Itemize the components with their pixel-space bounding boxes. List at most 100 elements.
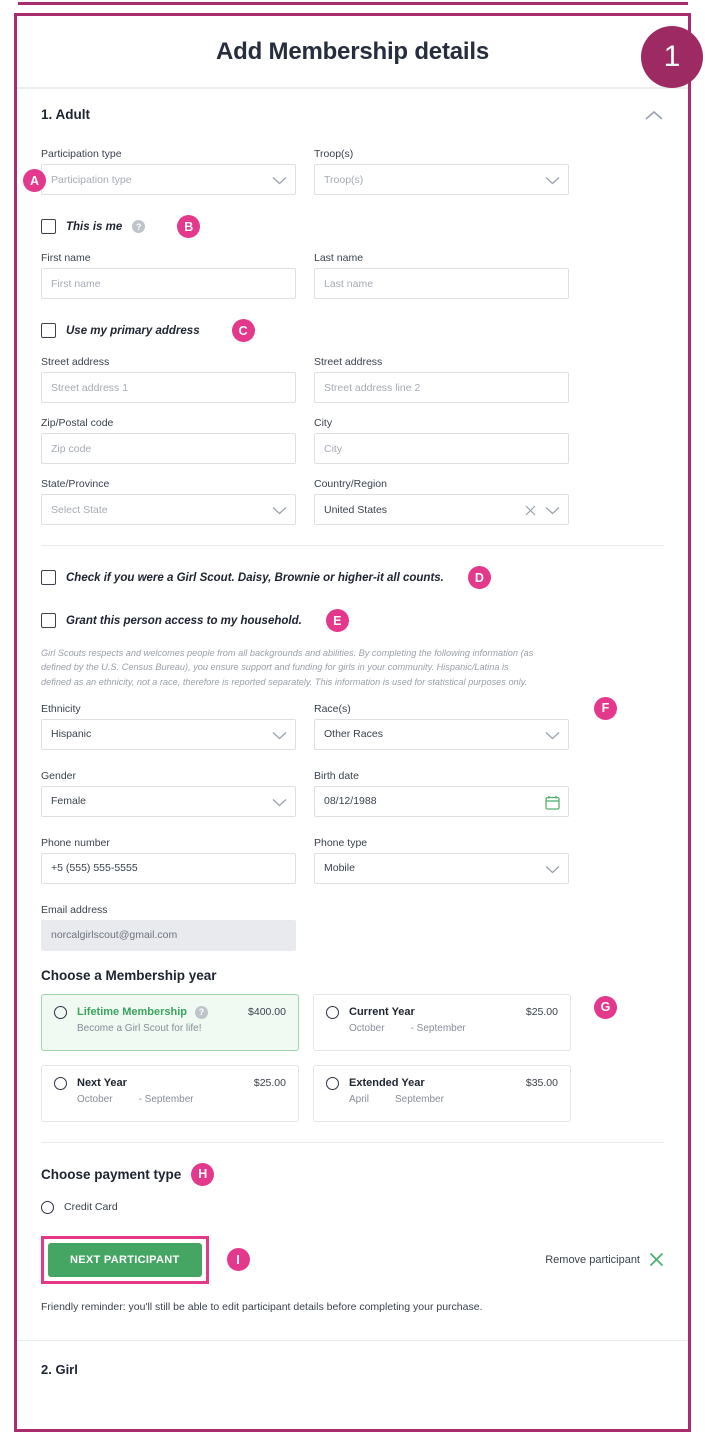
last-name-input[interactable]: Last name	[314, 268, 569, 299]
membership-option-end: September	[395, 1093, 444, 1105]
field-country: Country/Region United States	[314, 478, 569, 525]
birth-date-input[interactable]: 08/12/1988	[314, 785, 569, 818]
step-badge-label: 1	[663, 40, 681, 73]
payment-option-credit-card[interactable]: Credit Card	[41, 1200, 664, 1214]
field-street-1: Street address Street address 1	[41, 356, 296, 403]
checkbox-row-grant-access[interactable]: Grant this person access to my household…	[41, 609, 664, 632]
membership-details-panel: Add Membership details 1 1. Adult Partic…	[14, 13, 703, 1432]
census-disclaimer: Girl Scouts respects and welcomes people…	[41, 648, 534, 687]
membership-radio[interactable]	[326, 1076, 339, 1090]
participation-type-select[interactable]: Participation type A	[23, 164, 296, 196]
membership-option-price: $25.00	[253, 1077, 286, 1090]
street-1-value: Street address 1	[51, 381, 129, 394]
friendly-reminder-note: Friendly reminder: you'll still be able …	[41, 1300, 483, 1313]
membership-option-name: Extended Year	[349, 1077, 425, 1090]
chevron-down-icon[interactable]	[272, 495, 287, 526]
row-ethnicity-race: Ethnicity Hispanic Race(s) Other Races F	[41, 696, 664, 751]
chevron-down-icon[interactable]	[272, 165, 287, 196]
membership-radio[interactable]	[54, 1076, 67, 1090]
zip-input[interactable]: Zip code	[41, 433, 296, 464]
annotation-badge-i: I	[226, 1248, 250, 1272]
chevron-down-icon[interactable]	[272, 720, 287, 751]
city-input[interactable]: City	[314, 433, 569, 464]
actions-row: NEXT PARTICIPANT I Remove participant	[41, 1235, 664, 1284]
first-name-input[interactable]: First name	[41, 268, 296, 299]
calendar-icon[interactable]	[545, 787, 560, 818]
country-select[interactable]: United States	[314, 494, 569, 525]
help-icon[interactable]: ?	[195, 1005, 209, 1019]
field-gender: Gender Female	[41, 770, 296, 817]
participation-type-label: Participation type	[41, 148, 122, 160]
clear-icon[interactable]	[525, 505, 536, 516]
gender-label: Gender	[41, 769, 77, 782]
races-select[interactable]: Other Races	[314, 718, 569, 751]
field-first-name: First name First name	[41, 252, 296, 299]
chevron-up-icon[interactable]	[644, 109, 664, 121]
next-participant-button[interactable]: NEXT PARTICIPANT	[48, 1242, 202, 1277]
country-label: Country/Region	[314, 478, 387, 490]
checkbox-row-primary-address[interactable]: Use my primary address C	[41, 319, 664, 342]
membership-option-name: Current Year	[349, 1006, 415, 1019]
close-icon[interactable]	[649, 1252, 664, 1267]
troops-select[interactable]: Troop(s)	[314, 164, 569, 195]
participant-accordion-header[interactable]: 1. Adult	[17, 89, 688, 134]
was-girl-scout-checkbox[interactable]	[41, 570, 56, 585]
membership-option-lifetime[interactable]: Lifetime Membership ? $400.00 Become a G…	[41, 993, 299, 1051]
help-icon[interactable]: ?	[132, 220, 146, 233]
membership-year-heading: Choose a Membership year	[41, 968, 664, 983]
ethnicity-select[interactable]: Hispanic	[41, 718, 296, 751]
annotation-badge-a: A	[23, 169, 46, 192]
chevron-down-icon[interactable]	[545, 720, 560, 751]
membership-radio[interactable]	[54, 1005, 67, 1019]
annotation-badge-h-label: H	[198, 1167, 208, 1182]
state-select[interactable]: Select State	[41, 494, 296, 525]
street-2-label: Street address	[314, 356, 383, 368]
row-name: First name First name Last name Last nam…	[41, 252, 664, 299]
primary-address-checkbox[interactable]	[41, 323, 56, 338]
membership-option-extended-year[interactable]: Extended Year $35.00 April September	[313, 1064, 571, 1122]
city-value: City	[324, 442, 343, 455]
phone-type-select[interactable]: Mobile	[314, 852, 569, 885]
phone-number-input[interactable]: +5 (555) 555-5555	[41, 852, 296, 884]
row-phone: Phone number +5 (555) 555-5555 Phone typ…	[41, 837, 664, 884]
first-name-label: First name	[41, 252, 91, 264]
city-label: City	[314, 417, 333, 429]
chevron-down-icon[interactable]	[272, 787, 287, 818]
street-1-input[interactable]: Street address 1	[41, 372, 296, 403]
membership-radio[interactable]	[326, 1005, 339, 1019]
annotation-badge-b-label: B	[184, 219, 194, 234]
participant-2-title: 2. Girl	[41, 1361, 78, 1377]
row-zip-city: Zip/Postal code Zip code City City	[41, 417, 664, 464]
ethnicity-value: Hispanic	[51, 728, 92, 741]
participant-2-accordion-header[interactable]: 2. Girl	[17, 1339, 688, 1379]
email-input: norcalgirlscout@gmail.com	[41, 919, 296, 951]
checkbox-row-this-is-me[interactable]: This is me ? B	[41, 215, 664, 238]
chevron-down-icon[interactable]	[545, 506, 560, 515]
state-value: Select State	[51, 503, 108, 516]
credit-card-radio[interactable]	[41, 1200, 54, 1214]
street-2-input[interactable]: Street address line 2	[314, 372, 569, 403]
grant-access-checkbox[interactable]	[41, 613, 56, 628]
membership-option-next-year[interactable]: Next Year $25.00 October - September	[41, 1064, 299, 1122]
this-is-me-checkbox[interactable]	[41, 219, 56, 234]
zip-value: Zip code	[51, 442, 92, 455]
membership-option-price: $400.00	[248, 1006, 286, 1019]
membership-option-current-year[interactable]: Current Year $25.00 October - September	[313, 993, 571, 1051]
annotation-badge-a-label: A	[29, 173, 40, 188]
panel-header: Add Membership details 1	[17, 16, 703, 89]
remove-participant-button[interactable]: Remove participant	[545, 1252, 664, 1267]
chevron-down-icon[interactable]	[545, 854, 560, 885]
membership-option-start: October	[77, 1093, 113, 1105]
chevron-down-icon[interactable]	[545, 165, 560, 196]
phone-type-label: Phone type	[314, 836, 368, 849]
street-1-label: Street address	[41, 356, 110, 368]
phone-type-value: Mobile	[324, 862, 355, 875]
field-birth-date: Birth date 08/12/1988	[314, 770, 569, 817]
gender-select[interactable]: Female	[41, 785, 296, 818]
ethnicity-label: Ethnicity	[41, 702, 81, 715]
annotation-badge-f-label: F	[601, 701, 610, 716]
checkbox-row-was-girl-scout[interactable]: Check if you were a Girl Scout. Daisy, B…	[41, 566, 664, 589]
country-value: United States	[324, 503, 388, 516]
membership-option-start: April	[349, 1093, 370, 1105]
first-name-value: First name	[51, 277, 101, 290]
